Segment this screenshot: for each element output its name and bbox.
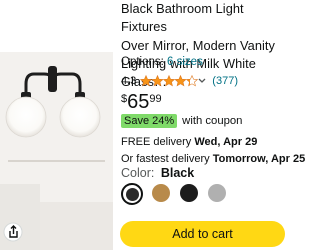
delivery-free-date: Wed, Apr 29 [194, 136, 258, 148]
price-fraction: 99 [149, 93, 162, 105]
color-row: Color: Black [121, 166, 194, 180]
color-label: Color: [121, 166, 155, 180]
rating-value: 4.3 [121, 75, 137, 87]
swatch-nickel[interactable] [207, 183, 227, 203]
swatch-dot [152, 184, 170, 202]
price-whole: 65 [127, 91, 150, 113]
product-image[interactable] [0, 52, 113, 250]
rating-row[interactable]: 4.3 (377) [121, 75, 238, 87]
coupon-badge: Save 24% [121, 114, 178, 128]
color-value: Black [160, 166, 195, 180]
chevron-down-icon [198, 78, 206, 83]
swatch-dot [180, 184, 198, 202]
price: $ 65 99 [121, 90, 162, 114]
swatch-brass[interactable] [151, 183, 171, 203]
options-link[interactable]: 6 sizes [167, 56, 203, 68]
coupon-text: with coupon [182, 115, 243, 127]
swatch-dot [208, 184, 226, 202]
color-swatches [121, 183, 227, 205]
swatch-dot [125, 187, 139, 201]
coupon-row: Save 24% with coupon [121, 114, 242, 128]
delivery-fastest-date: Tomorrow, Apr 25 [212, 153, 306, 165]
share-icon[interactable] [3, 222, 23, 242]
delivery-fastest-label: Or fastest delivery [121, 153, 210, 165]
swatch-black-brass[interactable] [121, 183, 143, 205]
delivery-line-free: FREE delivery Wed, Apr 29 [121, 134, 305, 151]
star-rating [140, 75, 206, 87]
swatch-black[interactable] [179, 183, 199, 203]
delivery-info: FREE delivery Wed, Apr 29 Or fastest del… [121, 134, 305, 168]
stars-icon [140, 75, 199, 87]
add-to-cart-button[interactable]: Add to cart [120, 221, 285, 247]
options-label: Options: [121, 56, 164, 68]
review-count[interactable]: (377) [212, 75, 238, 87]
delivery-free-label: FREE delivery [121, 136, 192, 148]
options-row: Options: 6 sizes [121, 56, 203, 68]
